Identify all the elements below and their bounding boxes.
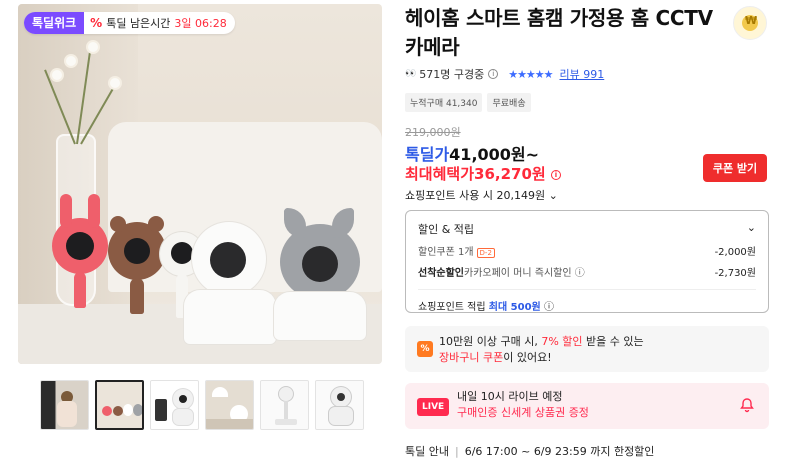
max-benefit-price: 최대혜택가36,270원 i — [405, 163, 561, 184]
info-icon[interactable]: i — [488, 69, 499, 79]
coupon-amount: -2,000원 — [714, 247, 756, 258]
thumbnail-4[interactable] — [205, 380, 254, 430]
points-usage-label: 쇼핑포인트 사용 시 — [405, 189, 493, 202]
promo-text: 10만원 이상 구매 시, — [439, 335, 538, 348]
promo-line-2: 장바구니 쿠폰이 있어요! — [439, 350, 757, 366]
thumbnail-3[interactable] — [150, 380, 199, 430]
percent-icon: % — [90, 16, 103, 30]
tag-free-shipping: 무료배송 — [487, 93, 531, 112]
divider — [418, 289, 756, 290]
max-benefit-value: 36,270원 — [474, 165, 546, 183]
deal-price-label: 톡딜가 — [405, 145, 450, 164]
deal-timer-badge: 톡딜위크 % 톡딜 남은시간 3일 06:28 — [24, 12, 235, 34]
thumbnail-6[interactable] — [315, 380, 364, 430]
live-subtitle: 구매인증 신세계 상품권 증정 — [457, 406, 589, 419]
divider: | — [454, 445, 459, 458]
tag-cumulative-purchase: 누적구매 41,340 — [405, 93, 483, 112]
photo-flower — [52, 70, 62, 80]
product-main-image[interactable] — [18, 4, 382, 364]
photo-flower — [110, 78, 120, 88]
points-usage[interactable]: 쇼핑포인트 사용 시 20,149원 ⌄ — [405, 187, 558, 203]
promo-text: 받을 수 있는 — [586, 335, 644, 348]
thumbnail-strip — [40, 380, 364, 430]
notice-label: 톡딜 안내 — [405, 445, 449, 458]
info-icon[interactable]: ⓘ — [544, 302, 554, 313]
live-schedule-banner[interactable]: LIVE 내일 10시 라이브 예정 구매인증 신세계 상품권 증정 — [405, 383, 769, 429]
photo-flower — [88, 42, 98, 52]
info-icon[interactable]: ⓘ — [575, 268, 585, 279]
benefit-row-coupon: 할인쿠폰 1개 D-2 -2,000원 — [418, 243, 756, 258]
timer-value: 3일 06:28 — [174, 17, 227, 30]
promo-cart-coupon: 장바구니 쿠폰 — [439, 351, 504, 364]
discount-points-panel: 할인 & 적립 ⌄ 할인쿠폰 1개 D-2 -2,000원 선착순할인카카오페이 … — [405, 210, 769, 313]
eyes-icon: 👀 — [405, 69, 416, 79]
points-earn-label: 쇼핑포인트 적립 — [418, 302, 486, 313]
review-link[interactable]: 리뷰 991 — [560, 66, 605, 82]
timer-label: 톡딜 남은시간 — [106, 17, 171, 30]
points-earn-value: 최대 500원 — [488, 302, 541, 313]
benefit-title: 할인 & 적립 — [418, 223, 475, 236]
get-coupon-button[interactable]: 쿠폰 받기 — [703, 154, 767, 182]
points-earn-row: 쇼핑포인트 적립 최대 500원 ⓘ — [418, 298, 756, 313]
firstcome-label: 선착순할인 — [418, 268, 464, 279]
chevron-down-icon: ⌄ — [746, 221, 756, 234]
cart-coupon-promo[interactable]: % 10만원 이상 구매 시, 7% 할인 받을 수 있는 장바구니 쿠폰이 있… — [405, 326, 769, 372]
firstcome-sub: 카카오페이 머니 즉시할인 — [464, 268, 572, 279]
original-price: 219,000원 — [405, 126, 461, 139]
thumbnail-1[interactable] — [40, 380, 89, 430]
bell-icon[interactable] — [739, 397, 755, 413]
viewer-count: 571명 구경중 — [419, 68, 485, 81]
coin-icon — [742, 14, 758, 31]
percent-coupon-icon: % — [417, 341, 433, 357]
live-title: 내일 10시 라이브 예정 — [457, 390, 563, 403]
promo-discount: 7% 할인 — [541, 335, 583, 348]
benefit-header[interactable]: 할인 & 적립 ⌄ — [418, 221, 756, 237]
benefit-row-firstcome: 선착순할인카카오페이 머니 즉시할인 ⓘ -2,730원 — [418, 264, 756, 279]
store-logo[interactable] — [733, 6, 767, 40]
live-tag: LIVE — [417, 398, 450, 416]
deal-notice: 톡딜 안내 | 6/6 17:00 ~ 6/9 23:59 까지 한정할인 — [405, 443, 654, 459]
promo-line-1: 10만원 이상 구매 시, 7% 할인 받을 수 있는 — [439, 334, 757, 350]
promo-text: 이 있어요! — [503, 351, 552, 364]
deal-price: 톡딜가41,000원~ — [405, 141, 539, 165]
points-usage-value: 20,149원 — [496, 189, 546, 202]
coupon-label: 할인쿠폰 1개 — [418, 247, 474, 258]
viewer-stats: 👀 571명 구경중 i ★★★★★ 리뷰 991 — [405, 66, 604, 82]
deal-week-label: 톡딜위크 — [24, 12, 85, 34]
thumbnail-2[interactable] — [95, 380, 144, 430]
dday-badge: D-2 — [476, 248, 495, 258]
photo-flower — [66, 56, 76, 66]
notice-text: 6/6 17:00 ~ 6/9 23:59 까지 한정할인 — [464, 445, 655, 458]
info-icon[interactable]: i — [550, 169, 561, 180]
product-title: 헤이홈 스마트 홈캠 가정용 홈 CCTV카메라 — [405, 6, 713, 59]
deal-price-value: 41,000원~ — [449, 145, 540, 164]
rating-stars: ★★★★★ — [508, 67, 553, 81]
firstcome-amount: -2,730원 — [714, 268, 756, 279]
chevron-down-icon: ⌄ — [548, 189, 558, 202]
tag-list: 누적구매 41,340 무료배송 — [405, 93, 531, 112]
max-benefit-label: 최대혜택가 — [405, 165, 475, 183]
thumbnail-5[interactable] — [260, 380, 309, 430]
